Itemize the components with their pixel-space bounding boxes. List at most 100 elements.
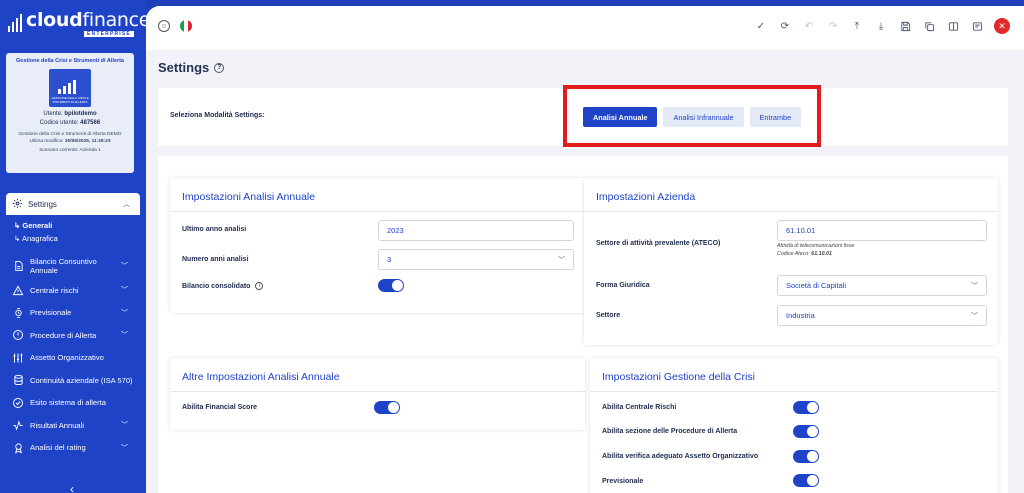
ateco-hint: Attività di telecomunicazioni fisse Codi…: [777, 242, 854, 258]
other-settings-card: Altre Impostazioni Analisi Annuale Abili…: [170, 358, 585, 430]
redo-icon[interactable]: ↷: [826, 19, 840, 33]
sidebar: cloudfinance ENTERPRISE Gestione della C…: [0, 0, 151, 493]
warning-icon: [12, 284, 24, 296]
code-label: Codice utente:: [39, 120, 79, 126]
settings-content: Impostazioni Analisi Annuale Ultimo anno…: [158, 156, 1008, 493]
ateco-description: Attività di telecomunicazioni fisse: [777, 243, 855, 249]
topbar: ☺ ✓ ⟳ ↶ ↷ ⤒ ⤓ ✕: [146, 6, 1024, 50]
alert-circle-icon: [12, 329, 24, 341]
centrale-rischi-toggle[interactable]: [793, 401, 819, 414]
num-years-value: 3: [387, 255, 392, 264]
nav-item-risultati[interactable]: Risultati Annuali ﹀: [6, 414, 140, 437]
download-icon[interactable]: ⤓: [874, 19, 888, 33]
nav-item-esito[interactable]: Esito sistema di allerta: [6, 392, 140, 415]
legal-form-value: Società di Capitali: [786, 281, 847, 290]
nav-sub-generali-label: Generali: [22, 221, 53, 230]
save-icon[interactable]: [898, 19, 912, 33]
copy-icon[interactable]: [922, 19, 936, 33]
italian-flag-icon[interactable]: [180, 20, 192, 32]
divider: [590, 391, 998, 392]
company-card: Gestione della Crisi e Strumenti di Alle…: [6, 53, 134, 173]
main-content: ☺ ✓ ⟳ ↶ ↷ ⤒ ⤓ ✕ Settings ? Seleziona Mod…: [146, 6, 1024, 493]
check-icon[interactable]: ✓: [754, 19, 768, 33]
num-years-select[interactable]: 3 ﹀: [378, 249, 574, 270]
help-icon[interactable]: ?: [214, 62, 225, 73]
nav-item-assetto[interactable]: Assetto Organizzativo: [6, 347, 140, 370]
nav-item-rating[interactable]: Analisi del rating ﹀: [6, 437, 140, 460]
nav-settings[interactable]: Settings ︿: [6, 193, 140, 215]
previsionale-toggle[interactable]: [793, 474, 819, 487]
company-name: Gestione della Crisi e Strumenti di Alle…: [18, 132, 122, 137]
chevron-down-icon: ﹀: [558, 256, 565, 264]
user-line: Utente: bpilotdemo: [6, 110, 134, 119]
code-value: 487566: [80, 120, 101, 126]
last-year-label: Ultimo anno analisi: [182, 226, 247, 233]
legal-form-select[interactable]: Società di Capitali ﹀: [777, 275, 987, 296]
refresh-icon[interactable]: ⟳: [778, 19, 792, 33]
divider: [170, 211, 585, 212]
highlight-box: [563, 85, 821, 147]
company-settings-card: Impostazioni Azienda Settore di attività…: [584, 178, 998, 345]
upload-icon[interactable]: ⤒: [850, 19, 864, 33]
crisis-row-centrale-rischi: Abilita Centrale Rischi: [602, 404, 677, 411]
chevron-up-icon: ︿: [123, 201, 130, 208]
nav-item-continuita[interactable]: Continuità aziendale (ISA 570): [6, 369, 140, 392]
ateco-label: Settore di attività prevalente (ATECO): [596, 240, 721, 247]
document-icon: [12, 260, 24, 272]
financial-score-toggle[interactable]: [374, 401, 400, 414]
consolidated-toggle[interactable]: [378, 279, 404, 292]
nav-sub-anagrafica[interactable]: ↳ Anagrafica: [14, 232, 140, 245]
scenario: Scenario corrente: Azienda 1: [39, 148, 101, 153]
last-year-input[interactable]: 2023: [378, 220, 574, 241]
close-icon[interactable]: ✕: [994, 18, 1010, 34]
num-years-label: Numero anni analisi: [182, 256, 249, 263]
collapse-sidebar-icon[interactable]: ‹: [70, 482, 74, 493]
chevron-down-icon: ﹀: [121, 309, 128, 317]
modified-value: 30/06/2025, 11:28:23: [64, 139, 111, 144]
nav-sub-generali[interactable]: ↳ Generali: [14, 219, 140, 232]
activity-icon: [12, 419, 24, 431]
nav-item-previsionale[interactable]: Previsionale ﹀: [6, 302, 140, 325]
modified-line: Ultima modifica: 30/06/2025, 11:28:23: [6, 138, 134, 145]
nav-item-centrale-rischi[interactable]: Centrale rischi ﹀: [6, 279, 140, 302]
undo-icon[interactable]: ↶: [802, 19, 816, 33]
ateco-value: 61.10.01: [786, 226, 816, 235]
database-icon: [12, 374, 24, 386]
divider: [170, 391, 585, 392]
nav-item-bilancio[interactable]: Bilancio Consuntivo Annuale ﹀: [6, 253, 140, 279]
user-label: Utente:: [43, 111, 63, 117]
modified-label: Ultima modifica:: [29, 139, 64, 144]
page-title: Settings ?: [158, 60, 225, 75]
crisis-row-previsionale: Previsionale: [602, 478, 644, 485]
consolidated-row: Bilancio consolidato i: [182, 282, 264, 290]
procedure-toggle[interactable]: [793, 425, 819, 438]
sector-select[interactable]: Industria ﹀: [777, 305, 987, 326]
check-circle-icon: [12, 397, 24, 409]
financial-score-label: Abilita Financial Score: [182, 404, 258, 411]
ateco-code-line: Codice Ateco: 61.10.01: [777, 250, 854, 258]
nav-settings-submenu: ↳ Generali ↳ Anagrafica: [6, 215, 140, 249]
nav-settings-label: Settings: [28, 199, 57, 209]
divider: [584, 211, 998, 212]
brand-name-bold: cloud: [26, 9, 83, 31]
smiley-icon[interactable]: ☺: [158, 20, 170, 32]
panel-icon[interactable]: [946, 19, 960, 33]
assetto-toggle[interactable]: [793, 450, 819, 463]
consolidated-label: Bilancio consolidato: [182, 282, 251, 290]
company-card-title: Impostazioni Azienda: [596, 191, 696, 203]
watch-icon: [12, 307, 24, 319]
code-line: Codice utente: 487566: [6, 119, 134, 128]
cloudfinance-logo[interactable]: cloudfinance: [8, 9, 151, 32]
brand-name-light: finance: [82, 9, 151, 31]
nav-item-procedure-allerta[interactable]: Procedure di Allerta ﹀: [6, 324, 140, 347]
brand-edition: ENTERPRISE: [84, 31, 134, 37]
info-icon[interactable]: i: [255, 282, 264, 290]
user-value: bpilotdemo: [64, 111, 97, 117]
ateco-input[interactable]: 61.10.01: [777, 220, 987, 241]
main-nav: Settings ︿ ↳ Generali ↳ Anagrafica Bilan…: [6, 193, 140, 459]
nav-item-previsionale-label: Previsionale: [30, 308, 72, 318]
nav-item-rating-label: Analisi del rating: [30, 443, 86, 453]
chevron-down-icon: ﹀: [121, 444, 128, 452]
layout-icon[interactable]: [970, 19, 984, 33]
page-title-text: Settings: [158, 60, 210, 75]
